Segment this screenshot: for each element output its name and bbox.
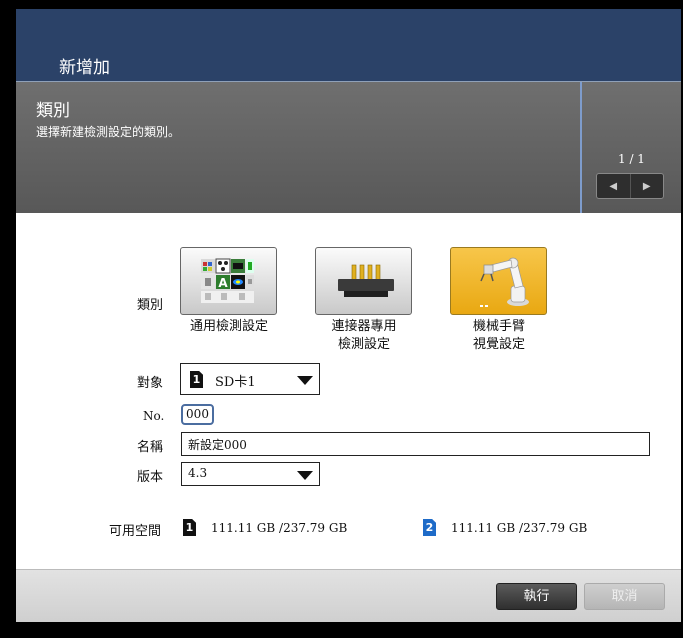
next-page-button[interactable]: ▶ (629, 174, 664, 198)
category-robot-arm-button[interactable] (450, 247, 547, 315)
sd-card-2-icon: 2 (423, 519, 436, 536)
category-connector-button[interactable] (315, 247, 412, 315)
pager: ◀ ▶ (596, 173, 664, 199)
free-space-label: 可用空間 (109, 524, 162, 539)
category-general-label: 通用檢測設定 (189, 319, 268, 334)
sd-card-2-space: 111.11 GB /237.79 GB (451, 521, 588, 535)
version-label: 版本 (137, 470, 164, 485)
robot-arm-icon (480, 257, 529, 307)
page-indicator: 1 / 1 (618, 152, 645, 166)
target-label: 對象 (137, 376, 164, 391)
header-divider (580, 82, 582, 213)
prev-page-button[interactable]: ◀ (597, 174, 630, 198)
chevron-down-icon (297, 471, 313, 480)
header-title: 類別 (36, 101, 70, 121)
execute-button[interactable]: 執行 (496, 583, 577, 610)
category-general-button[interactable]: A (180, 247, 277, 315)
name-input[interactable]: 新設定000 (181, 432, 650, 456)
general-inspection-icon: A (201, 258, 254, 303)
new-setting-dialog: 新增加 類別 選擇新建檢測設定的類別。 1 / 1 ◀ ▶ 類別 A 通用檢測設… (16, 9, 681, 622)
svg-text:A: A (218, 276, 228, 290)
connector-icon (338, 264, 394, 297)
footer-bar: 執行 取消 (16, 569, 681, 622)
chevron-down-icon (297, 376, 313, 385)
header-panel: 類別 選擇新建檢測設定的類別。 1 / 1 ◀ ▶ (16, 81, 681, 213)
number-label: No. (143, 409, 165, 423)
header-subtitle: 選擇新建檢測設定的類別。 (36, 125, 181, 139)
sd-card-1-icon: 1 (183, 519, 196, 536)
target-value: SD卡1 (215, 375, 256, 390)
title-bar: 新增加 (16, 9, 681, 81)
cancel-button[interactable]: 取消 (584, 583, 665, 610)
category-robot-arm-label: 機械手臂 視覺設定 (472, 319, 525, 352)
category-label: 類別 (137, 298, 164, 313)
target-select[interactable]: 1 SD卡1 (180, 363, 320, 395)
version-select[interactable]: 4.3 (181, 462, 320, 486)
version-value: 4.3 (188, 466, 208, 480)
category-connector-label: 連接器專用 檢測設定 (331, 319, 397, 352)
number-field[interactable]: 000 (181, 404, 214, 425)
dialog-title: 新增加 (59, 58, 110, 78)
sd-card-icon: 1 (190, 371, 203, 388)
name-label: 名稱 (137, 440, 164, 455)
sd-card-1-space: 111.11 GB /237.79 GB (211, 521, 348, 535)
